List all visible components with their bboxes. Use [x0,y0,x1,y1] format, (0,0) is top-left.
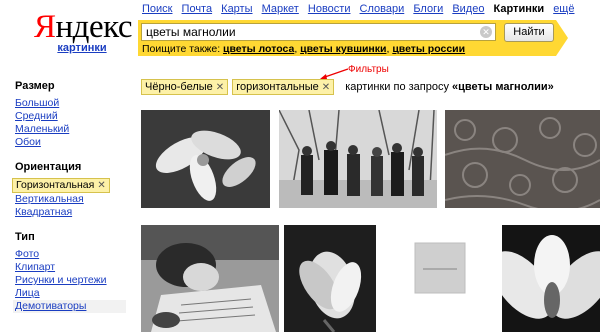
remove-filter-icon[interactable]: ✕ [216,82,224,93]
service-blogs[interactable]: Блоги [413,3,443,15]
remove-filter-icon[interactable]: ✕ [322,82,330,93]
related-search-link[interactable]: цветы россии [392,43,465,55]
woman-reading-image [141,225,279,332]
facet-item-photo[interactable]: Фото [15,248,126,261]
facet-orientation: Ориентация Горизонтальная ✕ Вертикальная … [0,161,126,219]
service-search[interactable]: Поиск [142,3,172,15]
image-result[interactable] [445,110,600,208]
logo-wordmark: Яндекс [34,9,132,45]
filter-chip-bw[interactable]: Чёрно-белые ✕ [141,79,229,95]
facet-title: Ориентация [15,161,82,173]
sidebar-facets: Размер Большой Средний Маленький Обои Ор… [0,80,126,325]
band-photo-image [279,110,437,208]
facet-item-horizontal-active[interactable]: Горизонтальная ✕ [12,178,110,193]
search-input[interactable]: цветы магнолии ✕ [141,23,496,41]
image-result[interactable] [284,225,376,332]
image-result[interactable] [141,225,279,332]
filter-chip-horizontal[interactable]: горизонтальные ✕ [232,79,335,95]
facet-item-drawings[interactable]: Рисунки и чертежи [15,274,126,287]
related-searches: Поищите также: цветы лотоса, цветы кувши… [142,43,466,55]
services-bar: Поиск Почта Карты Маркет Новости Словари… [142,3,580,15]
search-panel: цветы магнолии ✕ Найти Поищите также: цв… [138,20,568,56]
facet-item-large[interactable]: Большой [15,97,126,110]
album-cover-image [387,225,493,332]
facet-item-wallpapers[interactable]: Обои [15,136,126,149]
filter-chip-label: горизонтальные [236,81,319,93]
related-search-link[interactable]: цветы кувшинки [300,43,386,55]
results-caption: картинки по запросу «цветы магнолии» [345,81,554,93]
flower-image [141,110,270,208]
yandex-logo[interactable]: Яндекс картинки [34,9,132,54]
facet-title: Размер [15,80,55,92]
annotation-label: Фильтры [348,64,389,75]
active-filters: Чёрно-белые ✕ горизонтальные ✕ картинки по … [141,79,554,95]
service-maps[interactable]: Карты [221,3,252,15]
service-mail[interactable]: Почта [182,3,213,15]
service-dictionaries[interactable]: Словари [360,3,405,15]
facet-item-small[interactable]: Маленький [15,123,126,136]
related-searches-label: Поищите также: [142,43,224,55]
floral-pattern-image [445,110,600,208]
magnolia-closeup-image [502,225,600,332]
clear-icon[interactable]: ✕ [480,26,492,38]
facet-title: Тип [15,231,35,243]
image-result[interactable] [502,225,600,332]
facet-item-vertical[interactable]: Вертикальная [15,193,126,206]
filter-chip-label: Чёрно-белые [145,81,213,93]
image-result[interactable] [387,225,493,332]
service-video[interactable]: Видео [452,3,484,15]
facet-type: Тип Фото Клипарт Рисунки и чертежи Лица … [0,231,126,313]
facet-item-faces[interactable]: Лица [15,287,126,300]
magnolia-bloom-image [284,225,376,332]
facet-size: Размер Большой Средний Маленький Обои [0,80,126,149]
image-result[interactable] [141,110,270,208]
image-result[interactable] [279,110,437,208]
facet-item-clipart[interactable]: Клипарт [15,261,126,274]
remove-filter-icon[interactable]: ✕ [97,180,105,191]
facet-item-medium[interactable]: Средний [15,110,126,123]
search-button[interactable]: Найти [504,23,554,42]
service-news[interactable]: Новости [308,3,351,15]
search-input-value: цветы магнолии [146,25,236,39]
service-images-active: Картинки [493,3,545,15]
facet-item-demotivators[interactable]: Демотиваторы [13,300,126,313]
facet-item-square[interactable]: Квадратная [15,206,126,219]
service-market[interactable]: Маркет [262,3,299,15]
related-search-link[interactable]: цветы лотоса [223,43,294,55]
service-more[interactable]: ещё [553,3,574,15]
